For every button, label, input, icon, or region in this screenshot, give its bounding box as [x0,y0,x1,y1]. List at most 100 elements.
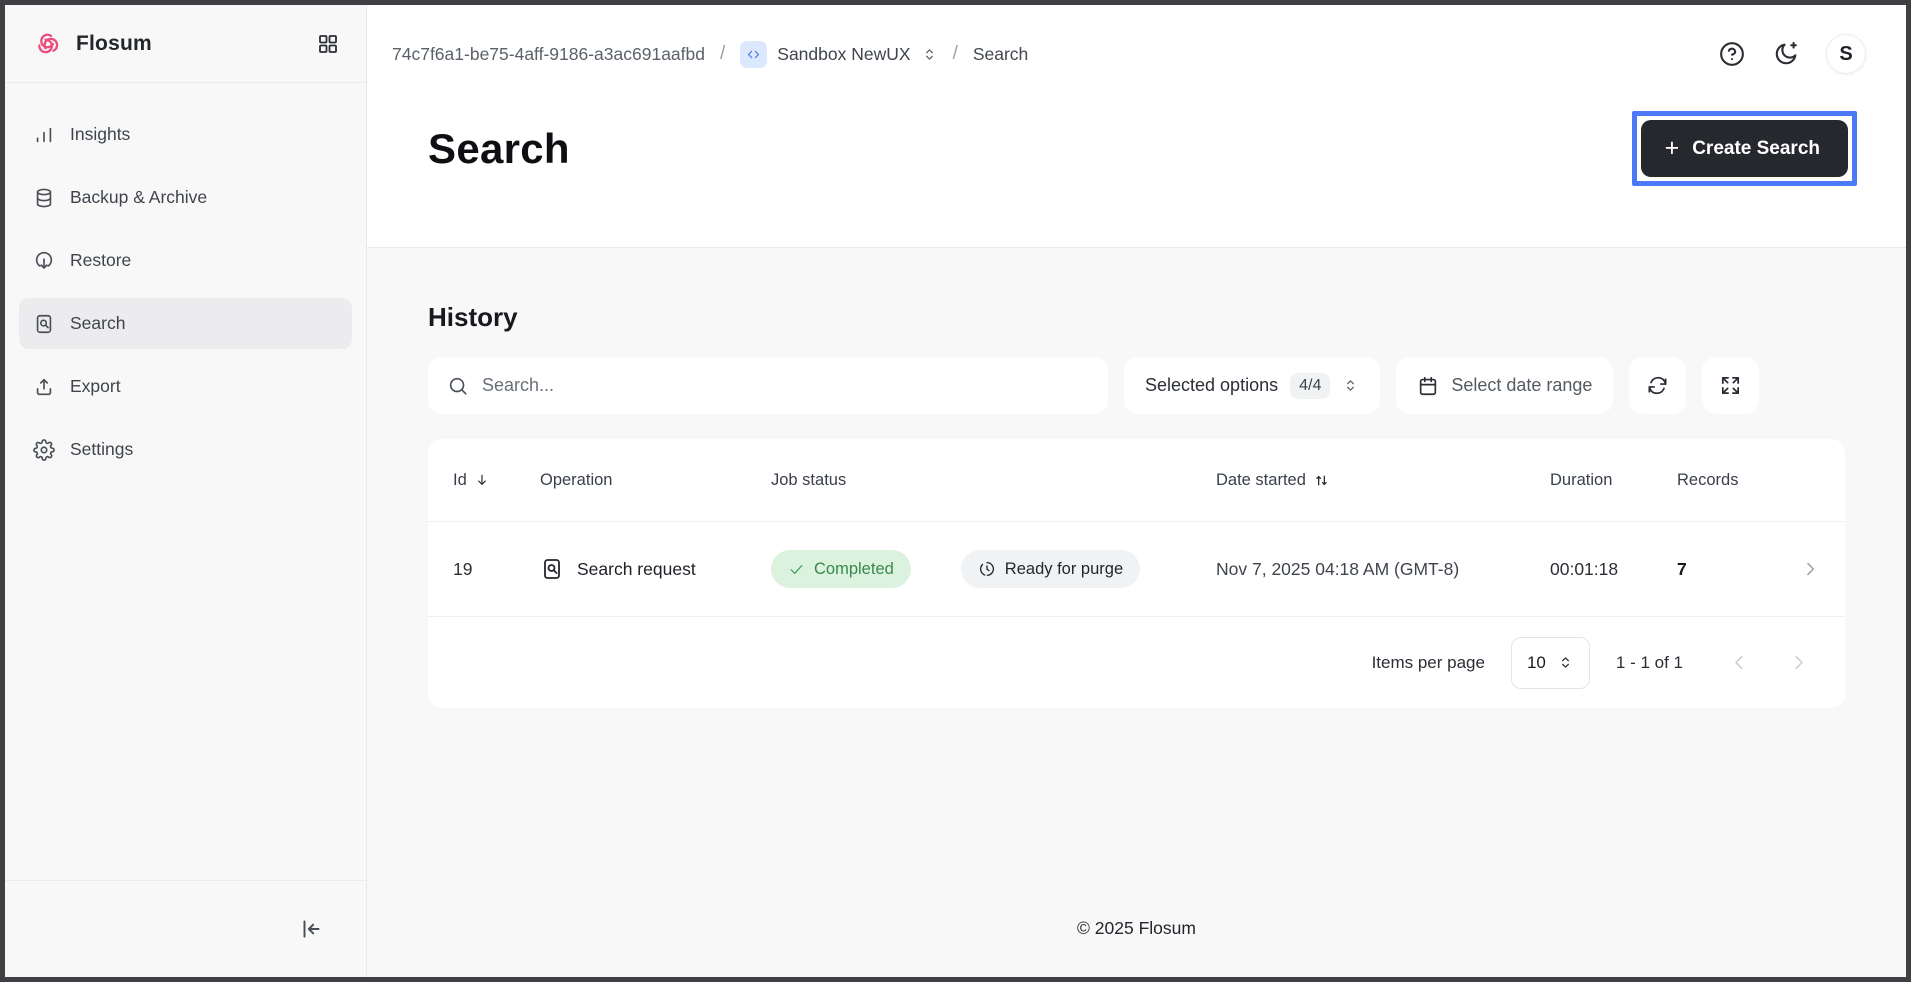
calendar-icon [1417,375,1439,397]
sidebar-item-label: Restore [70,250,131,271]
flosum-logo-icon [33,29,63,59]
column-label: Operation [540,471,612,490]
column-header-operation: Operation [540,471,771,490]
table-row[interactable]: 19 Search request Completed [428,522,1845,617]
sidebar-item-search[interactable]: Search [19,298,352,349]
sidebar-collapse-icon[interactable] [298,916,324,942]
select-date-range-button[interactable]: Select date range [1396,357,1613,414]
breadcrumb-current-page: Search [973,44,1028,65]
cell-duration: 00:01:18 [1550,559,1677,580]
expand-icon [1719,374,1742,397]
page-size-select[interactable]: 10 [1511,637,1590,689]
column-label: Job status [771,471,846,490]
plus-icon: + [1665,136,1680,161]
page-header-section: 74c7f6a1-be75-4aff-9186-a3ac691aafbd / S… [367,5,1906,248]
history-table-card: Id Operation Job status Date started Dur… [428,439,1845,708]
user-avatar[interactable]: S [1826,34,1866,74]
search-icon [447,375,469,397]
cell-id: 19 [453,559,540,580]
export-icon [33,376,55,398]
cell-date-started: Nov 7, 2025 04:18 AM (GMT-8) [1216,559,1550,580]
pagination-next-icon[interactable] [1782,652,1815,673]
breadcrumb-separator: / [720,43,725,65]
pagination-prev-icon[interactable] [1723,652,1756,673]
column-header-id[interactable]: Id [453,471,540,490]
breadcrumb: 74c7f6a1-be75-4aff-9186-a3ac691aafbd / S… [392,41,1028,68]
main-area: 74c7f6a1-be75-4aff-9186-a3ac691aafbd / S… [367,5,1906,977]
status-badge-completed: Completed [771,550,911,588]
cell-operation: Search request [540,557,771,581]
column-header-records: Records [1677,471,1780,490]
cell-job-status: Completed Ready for purge [771,550,1216,588]
selected-options-count-badge: 4/4 [1290,373,1330,399]
history-title: History [428,302,1845,333]
history-search-input[interactable] [482,375,1089,396]
sidebar-footer [5,880,366,977]
bar-chart-icon [33,124,55,146]
items-per-page-label: Items per page [1372,653,1485,673]
topbar-actions: S [1718,34,1866,74]
sidebar-item-label: Backup & Archive [70,187,207,208]
dark-mode-moon-icon[interactable] [1772,40,1800,68]
page-head-row: Search + Create Search [428,111,1857,186]
date-range-label: Select date range [1451,375,1592,396]
purge-status-label: Ready for purge [1005,560,1123,579]
page-title: Search [428,125,570,173]
sidebar-item-label: Settings [70,439,133,460]
sidebar-item-backup-archive[interactable]: Backup & Archive [19,172,352,223]
search-document-icon [540,557,564,581]
column-label: Records [1677,471,1738,490]
selected-options-label: Selected options [1145,375,1278,396]
database-icon [33,187,55,209]
gear-icon [33,439,55,461]
column-header-date-started[interactable]: Date started [1216,471,1550,490]
row-chevron-right-icon[interactable] [1780,559,1820,579]
brand-name: Flosum [76,32,303,56]
restore-icon [33,250,55,272]
clock-icon [978,560,996,578]
sidebar-item-label: Export [70,376,121,397]
environment-selector[interactable]: Sandbox NewUX [740,41,937,68]
help-icon[interactable] [1718,40,1746,68]
breadcrumb-org-id[interactable]: 74c7f6a1-be75-4aff-9186-a3ac691aafbd [392,44,705,65]
refresh-button[interactable] [1629,357,1686,414]
column-header-duration: Duration [1550,471,1677,490]
page-size-value: 10 [1527,653,1546,673]
breadcrumb-environment: Sandbox NewUX [777,44,910,65]
avatar-initial: S [1839,43,1852,66]
sidebar-nav: Insights Backup & Archive Restore Search… [5,83,366,880]
operation-label: Search request [577,559,696,580]
column-header-job-status: Job status [771,471,1216,490]
check-icon [788,561,805,578]
topbar: 74c7f6a1-be75-4aff-9186-a3ac691aafbd / S… [392,33,1866,75]
column-label: Date started [1216,471,1306,490]
column-label: Id [453,471,467,490]
sidebar-item-export[interactable]: Export [19,361,352,412]
sidebar-header: Flosum [5,5,366,83]
selected-options-dropdown[interactable]: Selected options 4/4 [1124,357,1380,414]
create-search-highlight-frame: + Create Search [1632,111,1857,186]
expand-fullscreen-button[interactable] [1702,357,1759,414]
pagination-row: Items per page 10 1 - 1 of 1 [428,617,1845,708]
sidebar-item-insights[interactable]: Insights [19,109,352,160]
code-brackets-icon [740,41,767,68]
create-search-button[interactable]: + Create Search [1641,120,1848,177]
app-grid-icon[interactable] [316,32,340,56]
content-area: History Selected options 4/4 Select date… [367,248,1906,977]
sidebar-item-restore[interactable]: Restore [19,235,352,286]
search-document-icon [33,313,55,335]
column-label: Duration [1550,471,1612,490]
copyright-footer: © 2025 Flosum [428,918,1845,977]
filters-row: Selected options 4/4 Select date range [428,357,1845,414]
table-header-row: Id Operation Job status Date started Dur… [428,439,1845,522]
sidebar-item-settings[interactable]: Settings [19,424,352,475]
sort-down-icon [474,472,490,488]
status-label: Completed [814,560,894,579]
chevron-updown-icon [1557,654,1574,671]
history-search-box [428,357,1108,414]
status-badge-ready-for-purge: Ready for purge [961,550,1140,588]
chevron-updown-icon [1342,377,1359,394]
refresh-icon [1646,374,1669,397]
chevron-updown-icon [921,46,938,63]
sidebar-item-label: Insights [70,124,130,145]
